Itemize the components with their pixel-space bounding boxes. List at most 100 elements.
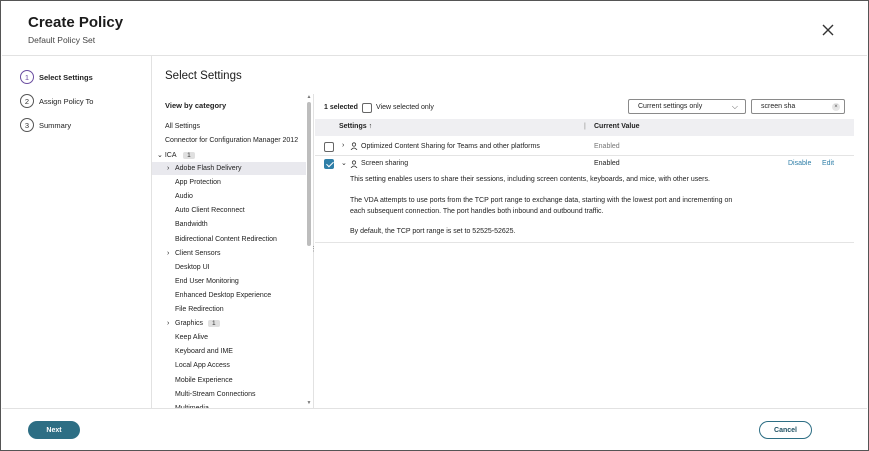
category-count-badge: 1 xyxy=(183,152,195,159)
step-label: Select Settings xyxy=(39,72,93,82)
category-item[interactable]: Keyboard and IME xyxy=(175,348,233,355)
disable-link[interactable]: Disable xyxy=(788,160,811,167)
category-item[interactable]: Bandwidth xyxy=(175,221,208,228)
chevron-down-icon: ⌵ xyxy=(731,102,738,111)
sort-arrow-icon: ↑ xyxy=(368,123,373,130)
category-label: Local App Access xyxy=(175,362,230,370)
category-count-badge: 1 xyxy=(208,320,220,328)
setting-name: Optimized Content Sharing for Teams and … xyxy=(361,143,540,150)
edit-link[interactable]: Edit xyxy=(822,160,834,167)
category-item[interactable]: Auto Client Reconnect xyxy=(175,207,245,214)
setting-description: each subsequent connection. The port han… xyxy=(350,208,604,215)
footer-divider xyxy=(2,408,867,409)
row-divider xyxy=(315,242,854,243)
category-label: File Redirection xyxy=(175,306,224,313)
category-label: Bandwidth xyxy=(175,221,208,229)
category-label: App Protection xyxy=(175,179,221,187)
setting-description: This setting enables users to share thei… xyxy=(350,176,710,183)
chevron-down-icon: ⌄ xyxy=(157,152,163,159)
user-icon xyxy=(350,142,358,152)
setting-value: Enabled xyxy=(594,160,620,167)
category-item[interactable]: Graphics 1 xyxy=(175,320,220,328)
dialog-title: Create Policy xyxy=(28,14,124,31)
dropdown-value: Current settings only xyxy=(638,103,703,110)
category-label: Adobe Flash Delivery xyxy=(175,165,242,172)
expand-chevron-icon[interactable]: › xyxy=(167,320,169,327)
setting-value: Enabled xyxy=(594,143,620,150)
category-panel: View by category All Settings Connector … xyxy=(152,94,314,408)
cancel-button[interactable]: Cancel xyxy=(759,421,812,439)
category-all-settings[interactable]: All Settings xyxy=(165,123,200,130)
category-label: Graphics xyxy=(175,320,204,328)
step-assign-policy[interactable]: 2 Assign Policy To xyxy=(20,94,93,108)
column-divider: | xyxy=(584,123,586,130)
wizard-steps: 1 Select Settings 2 Assign Policy To 3 S… xyxy=(2,56,152,408)
scroll-thumb[interactable] xyxy=(307,102,311,246)
clear-icon[interactable]: × xyxy=(832,103,840,111)
category-label: Enhanced Desktop Experience xyxy=(175,291,272,299)
category-label: Multi-Stream Connections xyxy=(175,390,256,398)
setting-description: By default, the TCP port range is set to… xyxy=(350,228,516,235)
settings-panel: 1 selected View selected only Current se… xyxy=(315,94,854,408)
user-icon xyxy=(350,160,358,170)
category-item[interactable]: File Redirection xyxy=(175,306,224,313)
step-number: 2 xyxy=(20,94,34,108)
category-item[interactable]: Desktop UI xyxy=(175,264,210,271)
column-current-value: Current Value xyxy=(594,123,640,130)
step-number: 3 xyxy=(20,118,34,132)
category-label: Keep Alive xyxy=(175,334,209,342)
create-policy-dialog: Create Policy Default Policy Set 1 Selec… xyxy=(0,0,869,451)
table-header: Settings ↑ | Current Value xyxy=(315,119,854,136)
category-label: Client Sensors xyxy=(175,249,221,257)
setting-description: The VDA attempts to use ports from the T… xyxy=(350,197,733,204)
expand-chevron-icon[interactable]: › xyxy=(342,142,344,149)
scroll-down-icon[interactable]: ▼ xyxy=(306,400,312,406)
selected-count: 1 selected xyxy=(324,104,358,111)
category-label: ICA xyxy=(164,152,177,159)
category-label: Audio xyxy=(175,193,193,201)
category-label: Desktop UI xyxy=(175,263,210,271)
category-label: Bidirectional Content Redirection xyxy=(175,235,277,243)
row-divider xyxy=(315,155,854,156)
category-item[interactable]: Keep Alive xyxy=(175,334,208,341)
settings-filter-dropdown[interactable]: Current settings only ⌵ xyxy=(628,99,746,114)
category-item[interactable]: Multi-Stream Connections xyxy=(175,391,256,398)
category-label: Keyboard and IME xyxy=(175,348,233,356)
chevron-down-icon[interactable]: ⌄ xyxy=(341,159,347,167)
page-title: Select Settings xyxy=(165,70,242,82)
category-item[interactable]: Audio xyxy=(175,193,193,200)
next-button[interactable]: Next xyxy=(28,421,80,439)
category-item[interactable]: Local App Access xyxy=(175,362,230,369)
search-value: screen sha xyxy=(761,103,796,110)
category-heading: View by category xyxy=(165,101,227,110)
category-label: End User Monitoring xyxy=(175,277,239,285)
category-item[interactable]: Client Sensors xyxy=(175,250,221,257)
category-item[interactable]: Bidirectional Content Redirection xyxy=(175,236,277,243)
view-selected-label: View selected only xyxy=(376,104,434,111)
search-input[interactable]: screen sha × xyxy=(751,99,845,114)
category-connector[interactable]: Connector for Configuration Manager 2012 xyxy=(165,137,298,144)
column-settings[interactable]: Settings ↑ xyxy=(339,123,372,130)
close-icon[interactable] xyxy=(819,21,837,39)
category-item[interactable]: Mobile Experience xyxy=(175,377,233,384)
category-item[interactable]: End User Monitoring xyxy=(175,278,239,285)
setting-name: Screen sharing xyxy=(361,160,409,167)
category-item[interactable]: Enhanced Desktop Experience xyxy=(175,292,271,299)
step-summary[interactable]: 3 Summary xyxy=(20,118,71,132)
expand-chevron-icon[interactable]: › xyxy=(167,250,169,257)
step-label: Assign Policy To xyxy=(39,96,94,106)
step-number: 1 xyxy=(20,70,34,84)
view-selected-checkbox[interactable] xyxy=(362,103,372,113)
row-checkbox[interactable] xyxy=(324,142,334,152)
step-label: Summary xyxy=(39,120,72,130)
dialog-subtitle: Default Policy Set xyxy=(28,35,96,45)
row-checkbox[interactable] xyxy=(324,159,334,169)
category-label: Mobile Experience xyxy=(175,376,233,384)
category-label: Auto Client Reconnect xyxy=(175,207,245,215)
step-select-settings[interactable]: 1 Select Settings xyxy=(20,70,93,84)
category-item[interactable]: Adobe Flash Delivery xyxy=(175,165,242,172)
category-item[interactable]: App Protection xyxy=(175,179,221,186)
category-ica[interactable]: ⌄ ICA 1 xyxy=(157,151,195,159)
scroll-up-icon[interactable]: ▲ xyxy=(306,94,312,100)
expand-chevron-icon[interactable]: › xyxy=(167,165,169,172)
